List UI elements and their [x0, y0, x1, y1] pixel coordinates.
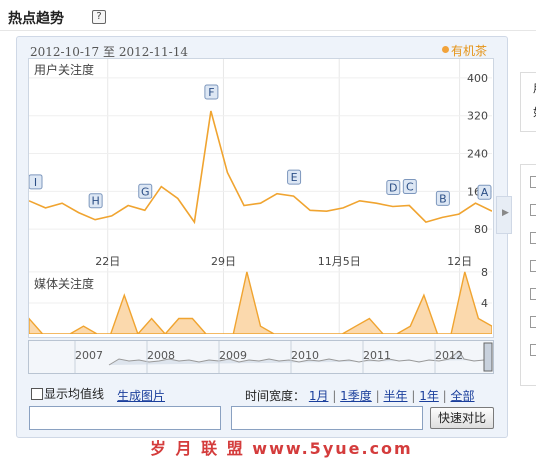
- event-marker-letter: H: [92, 195, 100, 208]
- event-marker-letter: E: [291, 171, 298, 184]
- side-checkbox[interactable]: [530, 344, 536, 356]
- span-all-link[interactable]: 全部: [451, 389, 475, 403]
- media-chart-label: 媒体关注度: [34, 276, 94, 291]
- event-marker-letter: A: [481, 186, 489, 199]
- user-attention-chart: 用户关注度 4003202401608022日29日11月5日12日IHGFED…: [29, 59, 492, 267]
- navigator-year-label: 2008: [147, 349, 175, 362]
- moving-average-checkbox[interactable]: [31, 388, 43, 400]
- y-tick-label: 400: [467, 72, 488, 85]
- legend-label[interactable]: 有机茶: [451, 42, 487, 59]
- y-tick-label: 4: [481, 297, 488, 310]
- legend-dot-icon: [442, 46, 449, 53]
- span-separator: |: [442, 389, 451, 403]
- navigator-year-label: 2011: [363, 349, 391, 362]
- user-chart-label: 用户关注度: [34, 62, 94, 77]
- compare-keyword-input-1[interactable]: [29, 406, 221, 430]
- time-span-label: 时间宽度：: [245, 389, 306, 403]
- event-marker-letter: G: [141, 185, 150, 198]
- time-span-controls: 时间宽度： 1月 | 1季度 | 半年 | 1年 | 全部: [245, 387, 475, 404]
- x-tick-label: 29日: [211, 255, 236, 267]
- range-navigator[interactable]: 2007 2008 2009 2010 2011 2012: [28, 340, 494, 374]
- span-half-year-link[interactable]: 半年: [384, 389, 408, 403]
- span-separator: |: [332, 389, 341, 403]
- side-checkbox[interactable]: [530, 176, 536, 188]
- quick-compare-button[interactable]: 快速对比: [430, 407, 494, 429]
- navigator-track: 2007 2008 2009 2010 2011 2012: [74, 341, 493, 373]
- span-separator: |: [375, 389, 384, 403]
- navigator-year-label: 2010: [291, 349, 319, 362]
- side-checkbox[interactable]: [530, 316, 536, 328]
- event-marker-letter: B: [439, 192, 447, 205]
- event-marker-letter: C: [406, 181, 414, 194]
- navigator-year-label: 2007: [75, 349, 103, 362]
- side-checkbox[interactable]: [530, 204, 536, 216]
- event-marker-letter: I: [34, 176, 37, 189]
- help-icon[interactable]: ?: [92, 10, 106, 24]
- navigator-year-label: 2009: [219, 349, 247, 362]
- header-divider: [0, 30, 536, 31]
- span-1-month-link[interactable]: 1月: [309, 389, 329, 403]
- x-tick-label: 11月5日: [318, 255, 361, 267]
- y-tick-label: 320: [467, 110, 488, 123]
- side-checkbox[interactable]: [530, 288, 536, 300]
- navigator-year-label: 2012: [435, 349, 463, 362]
- side-checkbox[interactable]: [530, 232, 536, 244]
- navigator-handle[interactable]: [483, 342, 493, 372]
- y-tick-label: 8: [481, 268, 488, 279]
- side-arrow-icon[interactable]: ▶: [502, 208, 509, 218]
- side-checkbox[interactable]: [530, 260, 536, 272]
- span-1-year-link[interactable]: 1年: [419, 389, 439, 403]
- moving-average-label: 显示均值线: [44, 387, 105, 401]
- event-marker-letter: D: [389, 181, 397, 194]
- y-tick-label: 240: [467, 148, 488, 161]
- x-tick-label: 12日: [447, 255, 472, 267]
- x-tick-label: 22日: [95, 255, 120, 267]
- compare-keyword-input-2[interactable]: [231, 406, 423, 430]
- event-marker-letter: F: [208, 86, 214, 99]
- media-attention-chart: 媒体关注度 8 4: [29, 268, 492, 334]
- y-tick-label: 80: [474, 223, 488, 236]
- watermark-text: 岁 月 联 盟 www.5yue.com: [150, 439, 413, 458]
- generate-image-link[interactable]: 生成图片: [117, 387, 165, 404]
- span-1-quarter-link[interactable]: 1季度: [340, 389, 372, 403]
- page-title: 热点趋势: [8, 11, 64, 27]
